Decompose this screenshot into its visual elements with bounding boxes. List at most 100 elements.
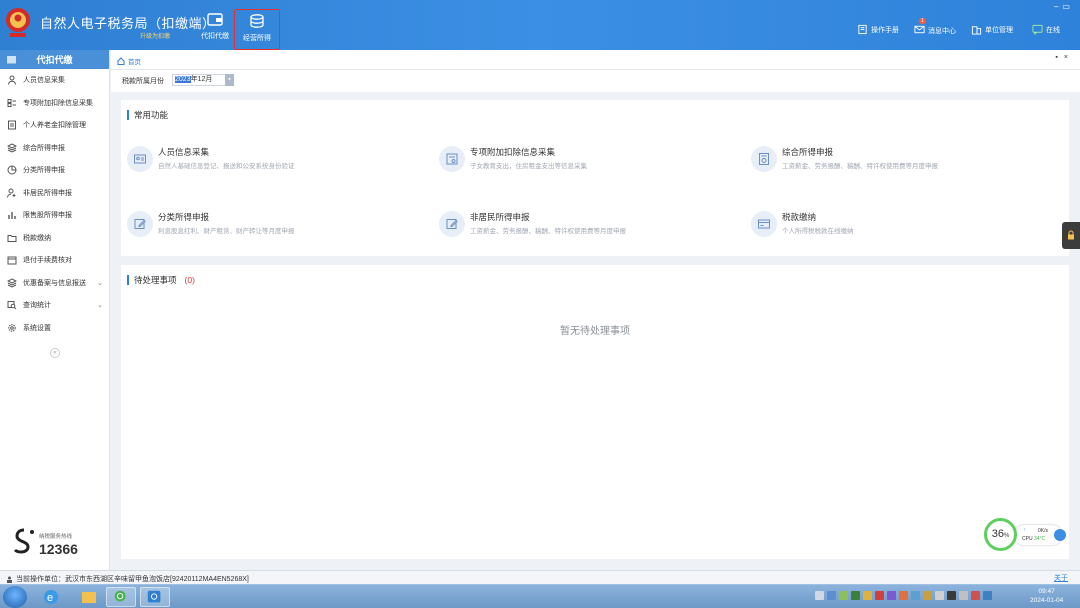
current-unit: 当前操作单位：武汉市东西湖区辛味留甲鱼泡饭店[92420112MA4EN5268…	[6, 574, 249, 584]
sidebar-item-label: 非居民所得申报	[23, 189, 72, 197]
pending-items-card: 待处理事项 (0) 暂无待处理事项	[121, 265, 1069, 559]
sidebar-item-person-info[interactable]: 人员信息采集	[0, 69, 109, 92]
taskbar-app-green[interactable]	[106, 587, 136, 607]
function-desc: 子女教育支出，住房租金支出等信息采集	[470, 163, 587, 170]
function-tax-payment[interactable]: 税款缴纳 个人所得税税款在线缴纳	[751, 211, 1041, 251]
folder-icon	[7, 56, 16, 64]
about-link[interactable]: 关于	[1054, 573, 1068, 583]
building-icon	[971, 26, 982, 35]
main-content: 首页 ▪× 税款所属月份 2023年12月 ▪ 常用功能 人员信息采集 自然人基…	[111, 50, 1080, 570]
sidebar-item-special-deduction[interactable]: 专项附加扣除信息采集	[0, 92, 109, 115]
message-center-label: 消息中心	[928, 27, 956, 35]
ie-icon: e	[44, 590, 58, 604]
chevron-down-icon: ⌄	[97, 279, 103, 287]
upgrade-link[interactable]: 升级为扣缴	[140, 31, 170, 40]
current-unit-text: 当前操作单位：武汉市东西湖区辛味留甲鱼泡饭店[92420112MA4EN5268…	[16, 576, 249, 583]
manual-button[interactable]: 操作手册	[857, 24, 899, 35]
sidebar-item-label: 个人养老金扣除管理	[23, 122, 86, 130]
mail-icon	[914, 25, 925, 34]
function-icon-badge	[127, 146, 153, 172]
tax-client-icon	[147, 590, 161, 603]
cpu-monitor-widget[interactable]: ↑ 0K/s CPU 34°C 36%	[984, 518, 1068, 552]
sidebar-item-classified[interactable]: 分类所得申报	[0, 159, 109, 182]
taskbar-explorer[interactable]	[74, 587, 104, 607]
breadcrumb[interactable]: 首页	[117, 56, 141, 66]
message-center-button[interactable]: 1 消息中心	[914, 18, 956, 37]
period-label: 税款所属月份	[122, 78, 164, 85]
boost-icon	[1054, 529, 1066, 541]
hotline-number: 12366	[39, 541, 78, 557]
sidebar-item-preferential[interactable]: 优惠备案与信息报送 ⌄	[0, 272, 109, 295]
app-title: 自然人电子税务局（扣缴端）	[40, 16, 216, 31]
collapse-sidebar-button[interactable]: «	[50, 348, 60, 358]
manual-label: 操作手册	[871, 26, 899, 34]
person-outline-icon	[7, 188, 16, 198]
sidebar-item-query[interactable]: 查询统计 ⌄	[0, 294, 109, 317]
pending-title: 待处理事项 (0)	[127, 275, 195, 285]
system-tray[interactable]	[815, 591, 992, 603]
function-classified[interactable]: 分类所得申报 利息股息红利、财产租赁、财产转让等月度申报	[127, 211, 417, 251]
folder-icon	[7, 234, 17, 242]
edit-icon	[134, 219, 146, 229]
sidebar-item-label: 专项附加扣除信息采集	[23, 99, 93, 107]
refresh-icon	[114, 590, 126, 602]
window-controls[interactable]: –▭	[1054, 2, 1074, 11]
sidebar-item-label: 查询统计	[23, 302, 51, 310]
sidebar-item-settings[interactable]: 系统设置	[0, 317, 109, 340]
function-desc: 利息股息红利、财产租赁、财产转让等月度申报	[158, 228, 295, 235]
tab-withholding[interactable]: 代扣代缴	[193, 8, 237, 48]
wallet-icon	[207, 13, 223, 26]
layers-icon	[7, 278, 17, 288]
report-icon	[759, 153, 769, 165]
tab-business-income-label: 经营所得	[243, 35, 271, 42]
taskbar-clock[interactable]: 09:47 2024-01-04	[1030, 587, 1063, 605]
folder-icon	[82, 592, 96, 603]
online-status-button[interactable]: 在线	[1032, 24, 1060, 35]
function-nonresident[interactable]: 非居民所得申报 工资薪金、劳务报酬、稿酬、特许权使用费等月度申报	[439, 211, 729, 251]
tab-business-income[interactable]: 经营所得	[234, 9, 280, 50]
taskbar-tax-client[interactable]	[140, 587, 170, 607]
cpu-temp: CPU 34°C	[1022, 536, 1046, 542]
cpu-usage-ring: 36%	[984, 518, 1017, 551]
layers-icon	[7, 143, 17, 153]
floating-side-tab[interactable]	[1062, 222, 1080, 249]
person-icon	[8, 75, 16, 85]
sidebar-item-nonresident[interactable]: 非居民所得申报	[0, 182, 109, 205]
id-card-icon	[134, 154, 146, 164]
function-title: 人员信息采集	[158, 147, 210, 157]
taskbar-ie[interactable]: e	[36, 587, 66, 607]
sidebar-item-pension[interactable]: 个人养老金扣除管理	[0, 114, 109, 137]
function-icon-badge	[439, 146, 465, 172]
function-icon-badge	[127, 211, 153, 237]
unit-management-button[interactable]: 单位管理	[971, 24, 1013, 35]
sidebar-item-tax-payment[interactable]: 税款缴纳	[0, 227, 109, 250]
function-desc: 工资薪金、劳务报酬、稿酬、特许权使用费等月度申报	[782, 163, 938, 170]
start-button[interactable]	[3, 586, 27, 608]
sidebar-item-label: 退付手续费核对	[23, 257, 72, 265]
function-person-info[interactable]: 人员信息采集 自然人基础信息登记、报送和公安系统身份验证	[127, 146, 417, 186]
function-special-deduction[interactable]: 专项附加扣除信息采集 子女教育支出，住房租金支出等信息采集	[439, 146, 729, 186]
payment-icon	[758, 219, 770, 229]
top-header: 自然人电子税务局（扣缴端） 升级为扣缴 代扣代缴 经营所得 操作手册 1 消息中…	[0, 0, 1080, 50]
function-comprehensive[interactable]: 综合所得申报 工资薪金、劳务报酬、稿酬、特许权使用费等月度申报	[751, 146, 1041, 186]
breadcrumb-home: 首页	[128, 59, 141, 66]
sidebar-item-fee-check[interactable]: 退付手续费核对	[0, 249, 109, 272]
status-bar: 当前操作单位：武汉市东西湖区辛味留甲鱼泡饭店[92420112MA4EN5268…	[0, 570, 1080, 584]
tax-emblem-icon	[6, 8, 30, 37]
function-icon-badge	[751, 146, 777, 172]
home-icon	[117, 57, 125, 65]
sidebar-item-restricted-stock[interactable]: 限售股所得申报	[0, 204, 109, 227]
pending-count: (0)	[184, 275, 195, 285]
breadcrumb-bar: 首页 ▪×	[111, 50, 1080, 70]
sidebar-item-comprehensive[interactable]: 综合所得申报	[0, 137, 109, 160]
hotline-label: 纳税服务热线	[39, 534, 73, 540]
sidebar-header-label: 代扣代缴	[36, 55, 73, 65]
panel-controls[interactable]: ▪×	[1055, 54, 1074, 61]
sidebar-item-label: 优惠备案与信息报送	[23, 279, 86, 287]
period-picker-button[interactable]: ▪	[225, 74, 234, 86]
clock-time: 09:47	[1038, 588, 1055, 595]
hotline-logo-icon	[13, 528, 34, 554]
sidebar-item-label: 分类所得申报	[23, 167, 65, 175]
book-icon	[858, 24, 867, 35]
list-icon	[7, 98, 16, 107]
